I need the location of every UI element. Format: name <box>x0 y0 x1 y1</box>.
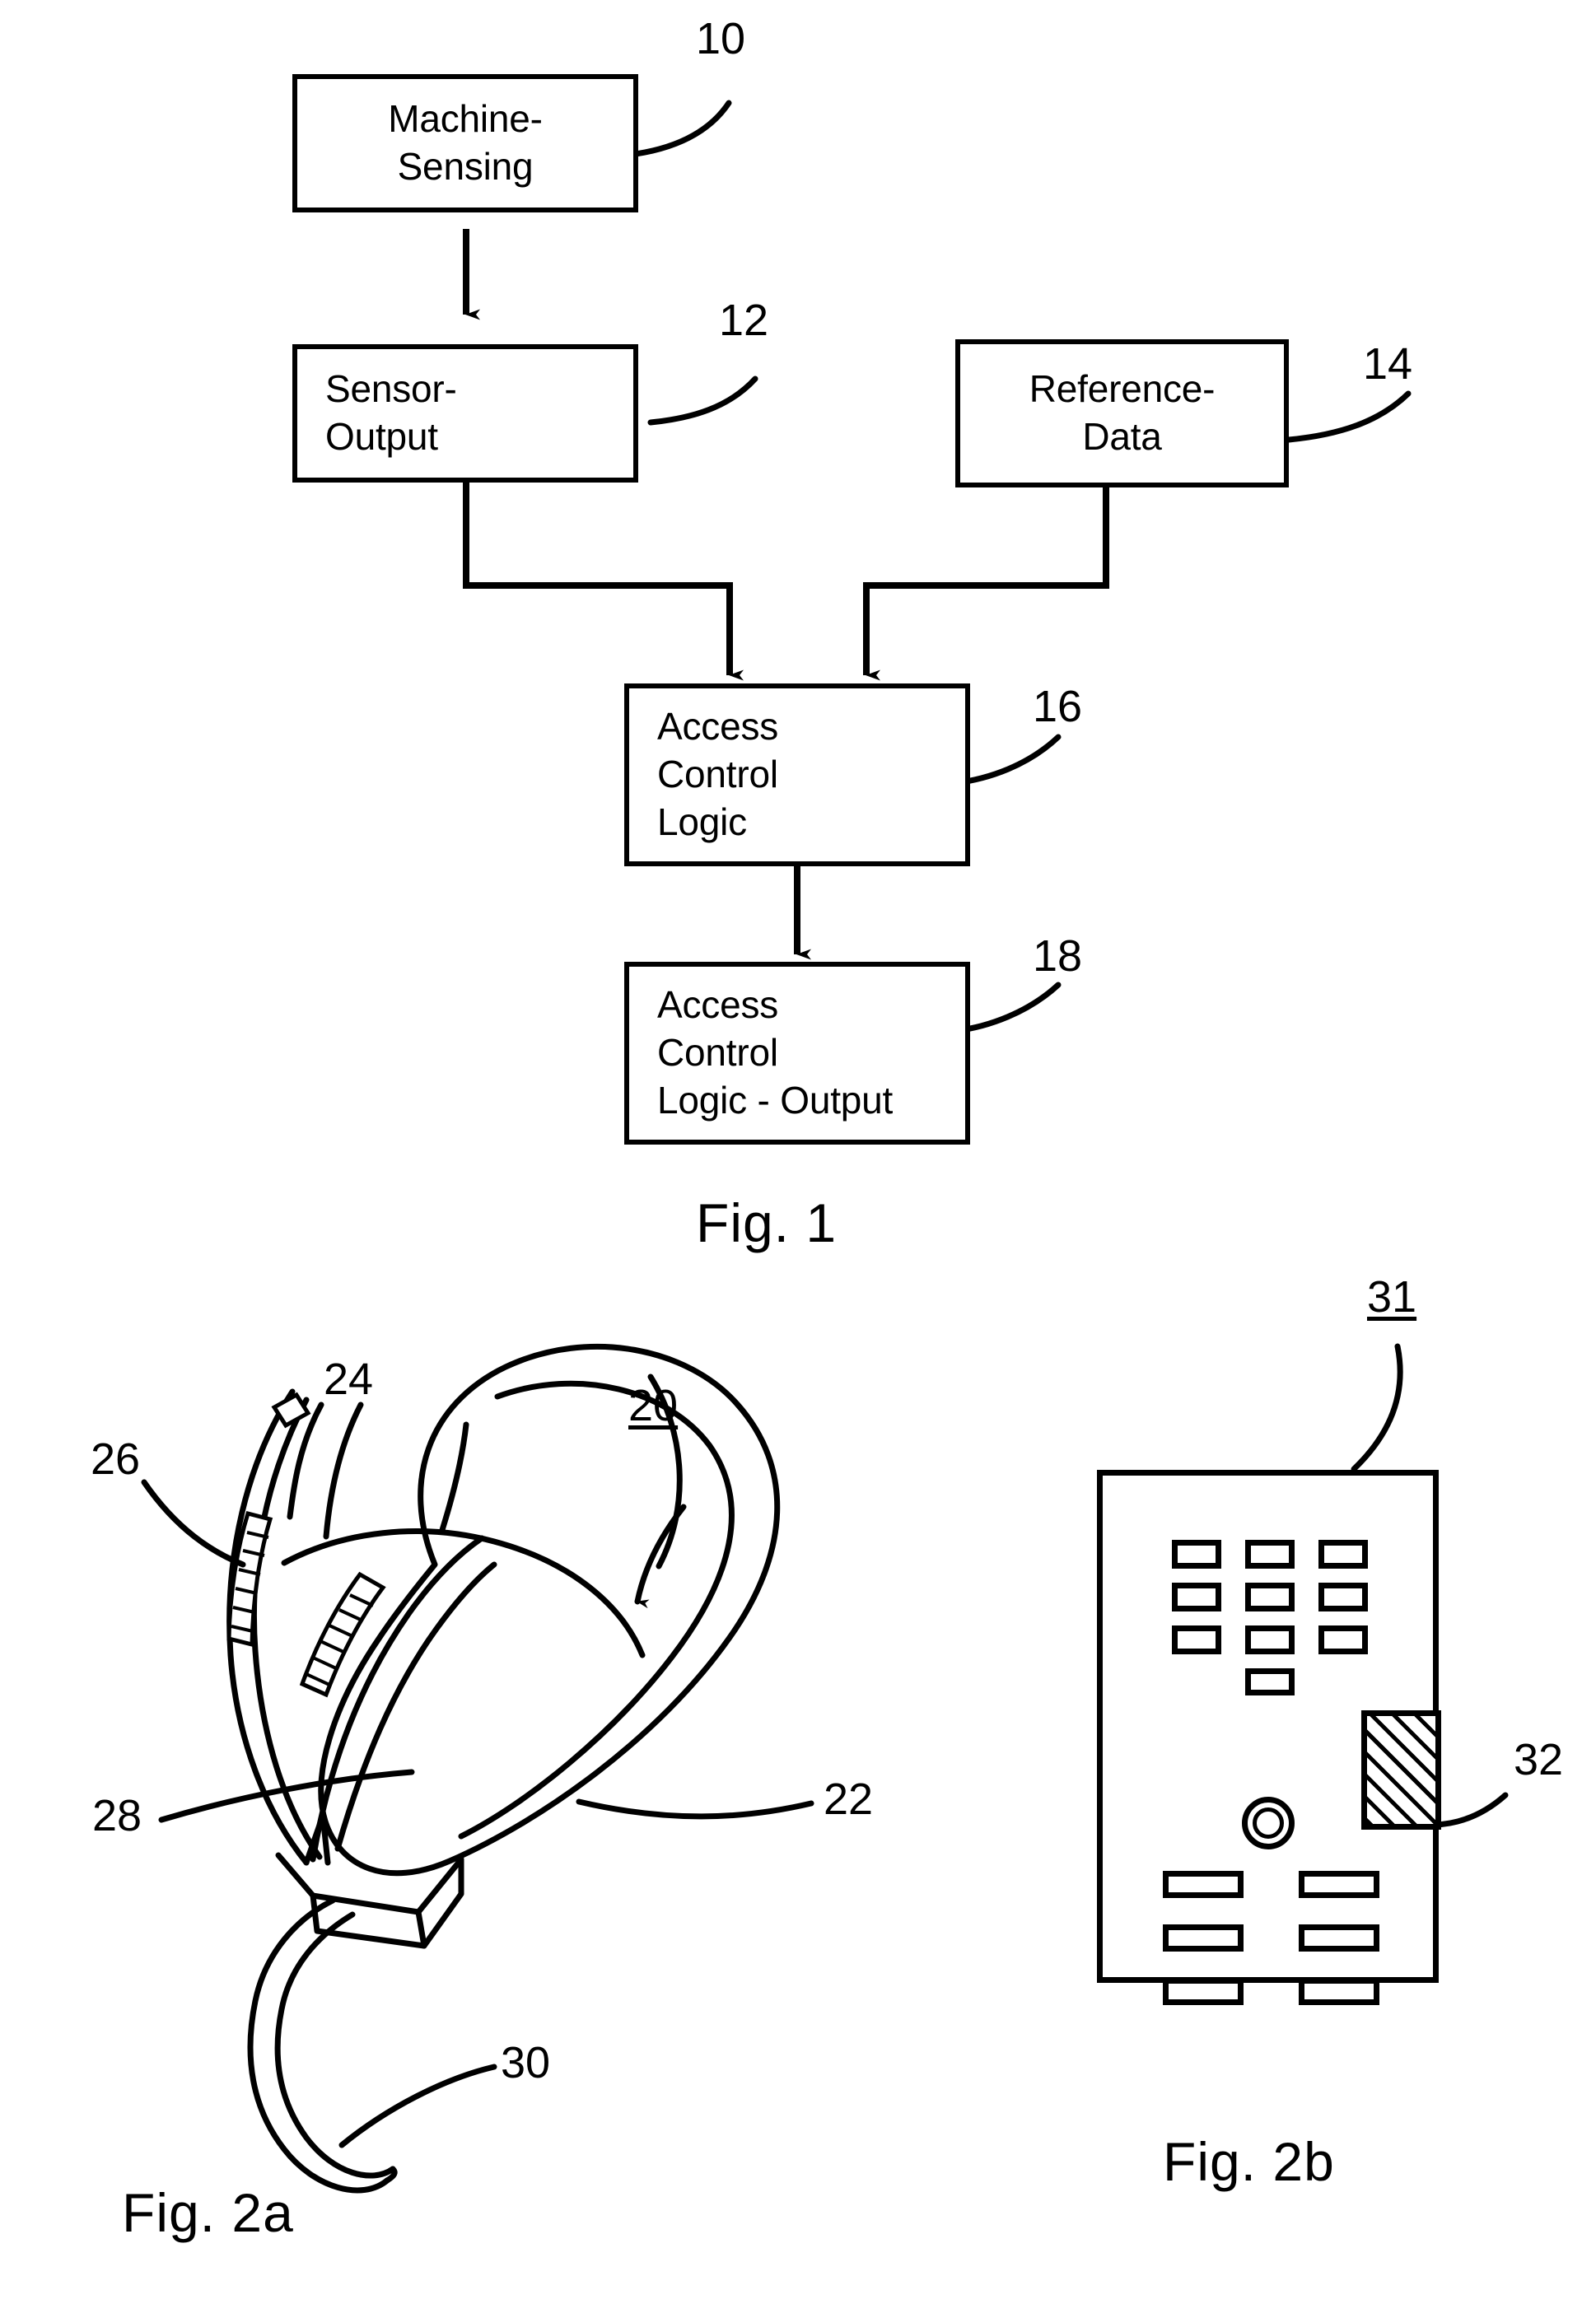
block-label-line: Access <box>657 705 779 749</box>
keypad-button[interactable] <box>1172 1625 1221 1654</box>
arrow-14-to-16 <box>863 482 1109 681</box>
block-label-line: Logic - Output <box>657 1078 894 1122</box>
block-access-control-logic-output[interactable]: Access Control Logic - Output <box>624 962 970 1145</box>
leader-ref-32 <box>1431 1792 1509 1828</box>
keypad-wide-button[interactable] <box>1163 1871 1244 1898</box>
dial-knob[interactable] <box>1242 1797 1295 1849</box>
ref-label-24: 24 <box>324 1355 374 1404</box>
block-label-line: Output <box>325 415 438 458</box>
keypad-button[interactable] <box>1172 1583 1221 1611</box>
ref-label-12: 12 <box>719 296 769 345</box>
keypad-button-center-extra[interactable] <box>1245 1668 1295 1695</box>
block-label-line: Control <box>657 1031 778 1075</box>
keypad-wide-button[interactable] <box>1163 1978 1244 2005</box>
leader-ref-22 <box>576 1798 814 1820</box>
block-sensor-output[interactable]: Sensor- Output <box>292 344 638 483</box>
ref-label-18: 18 <box>1033 931 1083 981</box>
leader-ref-18 <box>952 982 1062 1034</box>
patent-drawing-sheet: Machine- Sensing 10 Sensor- Output 12 Re… <box>0 0 1596 2318</box>
block-machine-sensing[interactable]: Machine- Sensing <box>292 74 638 212</box>
keypad-button[interactable] <box>1245 1625 1295 1654</box>
leader-ref-12 <box>647 375 758 426</box>
leader-ref-20 <box>439 1421 469 1533</box>
hatched-sensor-pad[interactable] <box>1361 1710 1441 1830</box>
ref-label-16: 16 <box>1033 682 1083 731</box>
mouse-top-shell-outline <box>318 1343 781 1877</box>
ref-label-28: 28 <box>92 1791 142 1840</box>
block-label-line: Data <box>1082 415 1162 458</box>
leader-ref-16 <box>952 734 1062 786</box>
keypad-button[interactable] <box>1172 1540 1221 1569</box>
leader-ref-24b <box>323 1402 364 1540</box>
ref-label-14: 14 <box>1363 339 1413 389</box>
block-label-line: Machine- <box>388 97 543 141</box>
keypad-wide-button[interactable] <box>1299 1871 1379 1898</box>
keypad-button[interactable] <box>1318 1583 1368 1611</box>
fig1-ref-leaders <box>610 100 1412 1034</box>
block-label-line: Sensor- <box>325 367 457 411</box>
ref-label-30: 30 <box>501 2038 551 2087</box>
ref-label-26: 26 <box>91 1434 141 1484</box>
ref-label-20: 20 <box>628 1381 679 1430</box>
keypad-wide-button[interactable] <box>1299 1978 1379 2005</box>
block-label-line: Control <box>657 753 778 796</box>
keypad-wide-button[interactable] <box>1163 1924 1244 1952</box>
leader-ref-14 <box>1286 390 1412 443</box>
leader-ref-31 <box>1351 1343 1403 1481</box>
mouse-base-plate-edge <box>415 1909 427 1949</box>
block-label-line: Logic <box>657 800 747 843</box>
keypad-button[interactable] <box>1318 1625 1368 1654</box>
mouse-shell-seam-right <box>458 1380 735 1840</box>
arrow-12-to-16 <box>463 482 744 681</box>
block-label-line: Sensing <box>397 145 534 188</box>
figure-caption-fig1: Fig. 1 <box>696 1192 838 1253</box>
keypad-button[interactable] <box>1245 1540 1295 1569</box>
ref-label-31: 31 <box>1367 1272 1417 1322</box>
mouse-cable-inner <box>274 1911 396 2179</box>
ref-label-22: 22 <box>824 1775 874 1824</box>
ref-label-10: 10 <box>696 14 746 63</box>
figure-caption-fig2a: Fig. 2a <box>122 2182 294 2243</box>
sensor-tab-24-outline <box>271 1392 311 1429</box>
block-label-line: Reference- <box>1029 367 1216 411</box>
keypad-wide-button[interactable] <box>1299 1924 1379 1952</box>
keypad-button[interactable] <box>1245 1583 1295 1611</box>
ref-label-32: 32 <box>1514 1735 1564 1784</box>
figure-caption-fig2b: Fig. 2b <box>1163 2131 1335 2192</box>
block-access-control-logic[interactable]: Access Control Logic <box>624 683 970 866</box>
leader-ref-26 <box>141 1479 246 1568</box>
block-reference-data[interactable]: Reference- Data <box>955 339 1289 487</box>
block-label-line: Access <box>657 983 779 1027</box>
keypad-button[interactable] <box>1318 1540 1368 1569</box>
leader-ref-30 <box>338 2064 497 2148</box>
